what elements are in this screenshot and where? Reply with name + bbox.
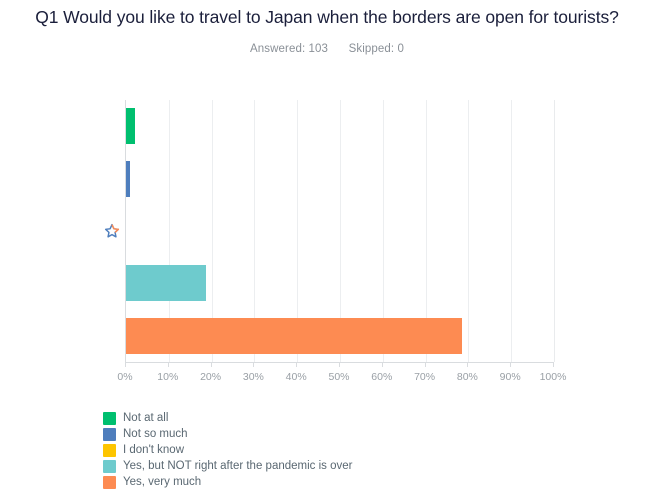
legend-label: Yes, very much	[123, 476, 202, 488]
axis-tick	[125, 363, 126, 367]
x-axis-tick-label: 100%	[539, 371, 567, 383]
x-axis-tick-label: 10%	[157, 371, 179, 383]
x-axis-tick-label: 50%	[328, 371, 350, 383]
axis-tick	[253, 363, 255, 367]
legend-item[interactable]: Yes, very much	[103, 474, 352, 490]
axis-tick	[553, 363, 554, 367]
axis-tick	[210, 363, 212, 367]
axis-tick	[381, 363, 383, 367]
skipped-count: Skipped: 0	[348, 43, 404, 55]
legend-item[interactable]: I don't know	[103, 442, 352, 458]
chart-legend: Not at all Not so much I don't know Yes, bu…	[103, 410, 352, 490]
x-axis-tick-label: 90%	[499, 371, 521, 383]
bar-row[interactable]	[126, 265, 554, 302]
bar[interactable]	[126, 265, 207, 302]
x-axis-tick-label: 60%	[371, 371, 393, 383]
legend-item[interactable]: Yes, but NOT right after the pandemic is…	[103, 458, 352, 474]
legend-swatch	[103, 411, 116, 425]
legend-label: I don't know	[123, 444, 185, 456]
bar[interactable]	[126, 108, 135, 145]
x-axis-tick-label: 80%	[456, 371, 478, 383]
x-axis-line	[125, 362, 554, 363]
legend-swatch	[103, 427, 116, 441]
x-axis-tick-label: 0%	[117, 371, 133, 383]
bar-row[interactable]	[104, 213, 554, 249]
axis-tick	[510, 363, 512, 367]
axis-tick	[424, 363, 426, 367]
legend-item[interactable]: Not at all	[103, 410, 352, 426]
legend-swatch	[103, 459, 116, 473]
bar-row[interactable]	[126, 317, 554, 354]
star-icon	[104, 223, 120, 238]
chart-header: Q1 Would you like to travel to Japan whe…	[0, 0, 654, 55]
axis-tick	[296, 363, 298, 367]
x-axis-tick-label: 30%	[242, 371, 264, 383]
bar[interactable]	[126, 160, 131, 197]
axis-tick	[339, 363, 340, 367]
x-axis-tick-label: 70%	[414, 371, 436, 383]
legend-swatch	[103, 475, 116, 489]
legend-label: Not so much	[123, 428, 188, 440]
axis-tick	[467, 363, 469, 367]
legend-swatch	[103, 443, 116, 457]
bar-row[interactable]	[126, 160, 554, 197]
axis-tick	[167, 363, 169, 367]
x-axis-tick-label: 40%	[285, 371, 307, 383]
x-axis-tick-label: 20%	[200, 371, 222, 383]
legend-label: Yes, but NOT right after the pandemic is…	[123, 460, 353, 472]
response-summary: Answered: 103 Skipped: 0	[18, 43, 636, 55]
plot-area	[104, 100, 555, 362]
bar-row[interactable]	[126, 108, 554, 145]
answered-count: Answered: 103	[250, 43, 329, 55]
legend-item[interactable]: Not so much	[103, 426, 352, 442]
legend-label: Not at all	[123, 412, 169, 424]
page-title: Q1 Would you like to travel to Japan whe…	[35, 7, 619, 27]
bar[interactable]	[126, 317, 462, 354]
